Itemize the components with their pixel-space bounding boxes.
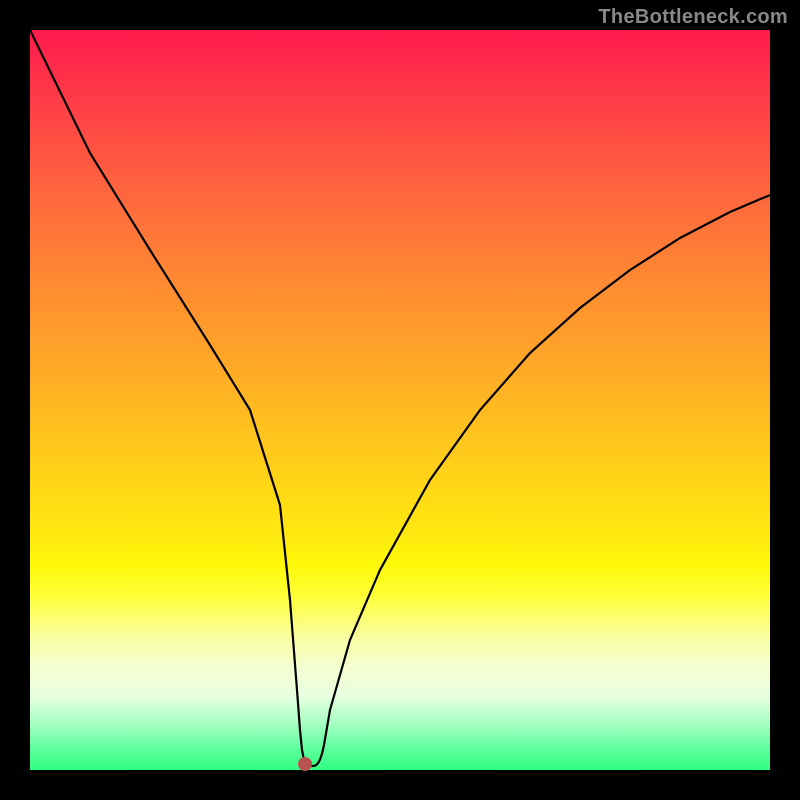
watermark-text: TheBottleneck.com bbox=[598, 6, 788, 29]
min-point-marker bbox=[298, 757, 312, 771]
bottleneck-curve-path bbox=[30, 30, 770, 766]
plot-area bbox=[30, 30, 770, 770]
chart-container: TheBottleneck.com bbox=[0, 0, 800, 800]
curve-svg bbox=[30, 30, 770, 770]
